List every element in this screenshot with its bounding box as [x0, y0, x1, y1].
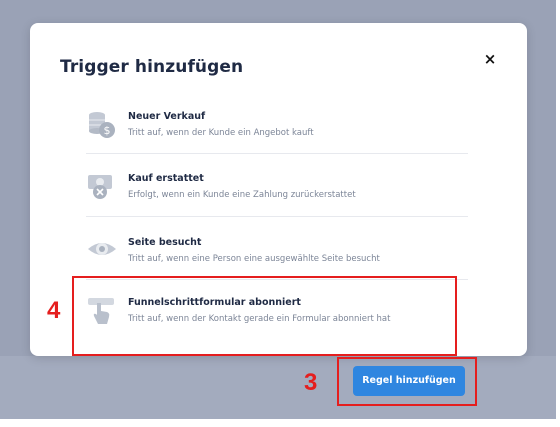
option-title: Seite besucht: [128, 237, 202, 248]
divider: [86, 216, 468, 217]
option-description: Erfolgt, wenn ein Kunde eine Zahlung zur…: [128, 190, 356, 200]
step-number-4: 4: [47, 297, 61, 324]
step-number-3: 3: [304, 369, 318, 396]
close-icon[interactable]: ×: [482, 51, 498, 67]
refund-money-icon: [86, 171, 118, 203]
divider: [86, 153, 468, 154]
eye-icon: [86, 235, 118, 267]
coins-dollar-icon: $: [86, 109, 118, 141]
highlight-box-button: [337, 357, 477, 406]
dialog-title: Trigger hinzufügen: [60, 57, 244, 77]
option-description: Tritt auf, wenn der Kunde ein Angebot ka…: [128, 128, 314, 138]
option-description: Tritt auf, wenn eine Person eine ausgewä…: [128, 254, 380, 264]
option-title: Kauf erstattet: [128, 173, 204, 184]
highlight-box-option: [72, 276, 457, 356]
svg-text:$: $: [104, 124, 111, 137]
trigger-option-neuer-verkauf[interactable]: $ Neuer Verkauf Tritt auf, wenn der Kund…: [86, 107, 468, 163]
option-title: Neuer Verkauf: [128, 111, 206, 122]
